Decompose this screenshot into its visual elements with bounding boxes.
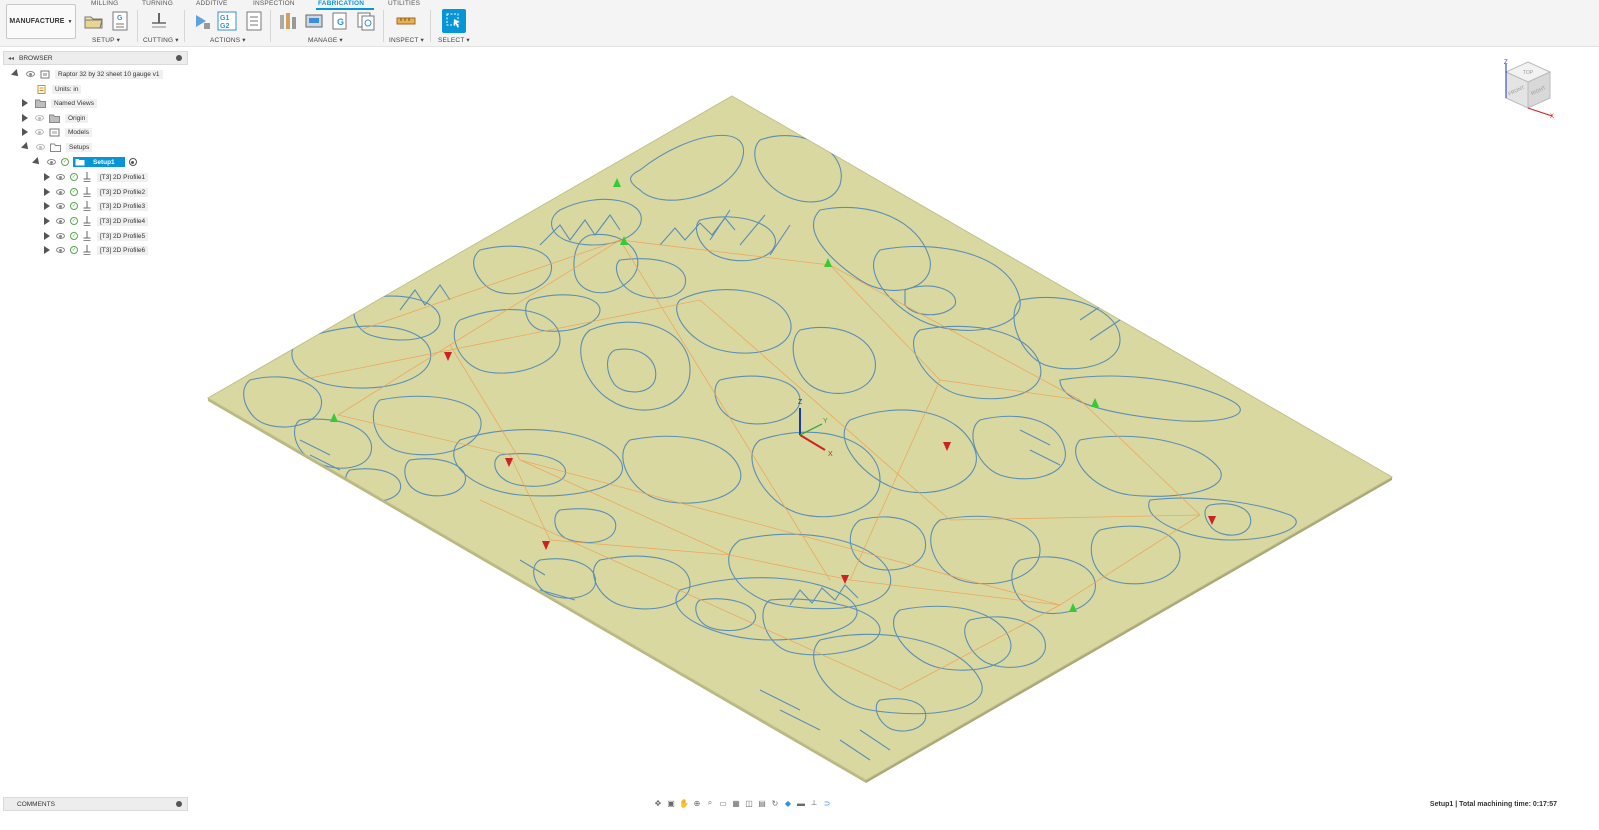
viewcube-top-label: TOP [1523, 70, 1534, 76]
setup-sheet-icon[interactable]: G [110, 11, 130, 31]
comments-panel-header[interactable]: COMMENTS [3, 797, 188, 811]
group-actions[interactable]: ACTIONS ▾ [210, 36, 246, 44]
axis-x-label: X [828, 451, 833, 458]
tool-display-icon[interactable]: ⟂ [809, 798, 819, 808]
look-at-icon[interactable]: ▣ [666, 798, 676, 808]
divider [383, 10, 384, 42]
open-folder-icon[interactable] [84, 11, 104, 31]
active-tab-indicator [316, 8, 374, 10]
setup-sheet-document-icon[interactable] [244, 11, 264, 31]
viewports-icon[interactable]: ◫ [744, 798, 754, 808]
simulate-icon[interactable] [192, 11, 212, 31]
select-icon[interactable] [442, 9, 466, 33]
fit-icon[interactable]: ⌕ [705, 798, 715, 808]
svg-text:G1: G1 [220, 15, 229, 22]
toolpath-display-icon[interactable]: ▬ [796, 798, 806, 808]
ribbon-toolbar: MANUFACTURE ▼ MILLING TURNING ADDITIVE I… [0, 0, 1599, 47]
machine-library-icon[interactable] [304, 11, 324, 31]
group-inspect[interactable]: INSPECT ▾ [389, 36, 424, 44]
tab-inspection[interactable]: INSPECTION [253, 0, 295, 7]
group-cutting[interactable]: CUTTING ▾ [143, 36, 179, 44]
tool-library-icon[interactable] [278, 11, 298, 31]
measure-icon[interactable] [396, 11, 416, 31]
group-manage[interactable]: MANAGE ▾ [308, 36, 343, 44]
magnet-icon[interactable]: ⊃ [822, 798, 832, 808]
group-setup[interactable]: SETUP ▾ [92, 36, 120, 44]
axis-y-label: Y [823, 418, 828, 425]
chevron-down-icon: ▼ [67, 18, 73, 25]
divider [430, 10, 431, 42]
stock-display-icon[interactable]: ◆ [783, 798, 793, 808]
tab-additive[interactable]: ADDITIVE [196, 0, 228, 7]
grid-icon[interactable]: ▦ [731, 798, 741, 808]
comments-title: COMMENTS [17, 800, 55, 808]
refresh-icon[interactable]: ↻ [770, 798, 780, 808]
workspace-switcher[interactable]: MANUFACTURE ▼ [6, 4, 76, 39]
svg-text:G2: G2 [220, 23, 229, 30]
group-select[interactable]: SELECT ▾ [438, 36, 470, 44]
svg-text:G: G [337, 17, 344, 27]
tab-fabrication[interactable]: FABRICATION [318, 0, 364, 7]
stock-sheet[interactable] [207, 95, 1394, 781]
tab-milling[interactable]: MILLING [91, 0, 118, 7]
tab-turning[interactable]: TURNING [142, 0, 173, 7]
svg-text:G: G [117, 15, 123, 22]
pan-icon[interactable]: ✋ [679, 798, 689, 808]
post-library-icon[interactable]: G [330, 11, 350, 31]
viewcube-x-label: X [1550, 114, 1554, 120]
graphics-viewport[interactable]: Z X Y [0, 46, 1599, 786]
zoom-icon[interactable]: ⊕ [692, 798, 702, 808]
navigation-bar: ✥ ▣ ✋ ⊕ ⌕ ▭ ▦ ◫ ▤ ↻ ◆ ▬ ⟂ ⊃ [653, 795, 913, 811]
post-process-icon[interactable]: G1 G2 [217, 11, 237, 31]
divider [137, 10, 138, 42]
machining-time-status: Setup1 | Total machining time: 0:17:57 [1429, 801, 1557, 808]
viewcube[interactable]: TOP FRONT RIGHT Z X [1498, 58, 1558, 120]
cutting-torch-icon[interactable] [149, 11, 169, 31]
orbit-move-icon[interactable]: ✥ [653, 798, 663, 808]
section-icon[interactable]: ▤ [757, 798, 767, 808]
tab-utilities[interactable]: UTILITIES [388, 0, 420, 7]
pin-icon[interactable] [176, 801, 182, 807]
workspace-label: MANUFACTURE [9, 18, 65, 25]
viewcube-z-label: Z [1504, 60, 1508, 66]
divider [184, 10, 185, 42]
axis-z-label: Z [798, 399, 803, 406]
display-settings-icon[interactable]: ▭ [718, 798, 728, 808]
divider [270, 10, 271, 42]
template-library-icon[interactable] [356, 11, 376, 31]
